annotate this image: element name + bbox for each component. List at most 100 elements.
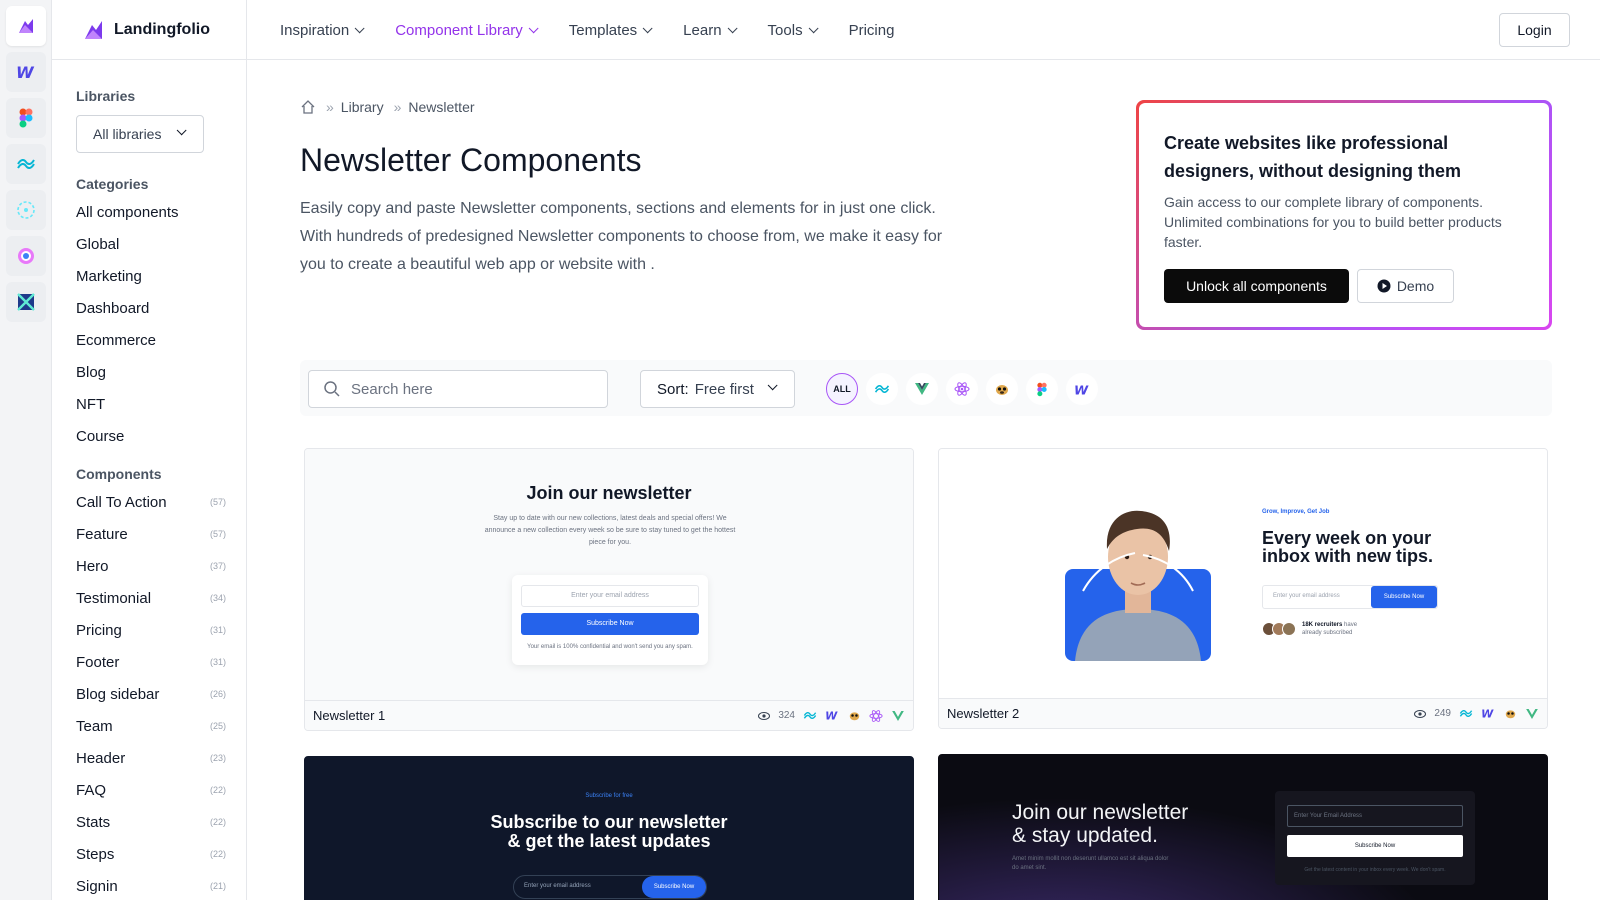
component-card[interactable]: Join our newsletter & stay updated. Amet…	[938, 754, 1548, 900]
category-item[interactable]: Marketing	[76, 260, 226, 292]
nav-learn[interactable]: Learn	[683, 22, 738, 39]
preview-title-line: Join our newsletter	[1012, 801, 1189, 824]
sketch-icon[interactable]	[6, 282, 46, 322]
tailwind-icon[interactable]	[6, 144, 46, 184]
card-footer: Newsletter 1 324 W	[305, 700, 913, 730]
preview-note: Your email is 100% confidential and won'…	[527, 644, 693, 650]
preview-title-line: & get the latest updates	[507, 831, 711, 851]
brand-logo[interactable]: Landingfolio	[82, 18, 210, 42]
preview-title: Join our newsletter	[526, 483, 692, 503]
preview-eyebrow: Subscribe for free	[585, 793, 633, 799]
promo-title: Create websites like professional design…	[1164, 133, 1462, 181]
nav-tools[interactable]: Tools	[768, 22, 819, 39]
component-card[interactable]: Join our newsletter Stay up to date with…	[304, 448, 914, 731]
sort-select[interactable]: Sort: Free first	[640, 370, 795, 408]
login-button[interactable]: Login	[1499, 13, 1570, 47]
category-item[interactable]: Dashboard	[76, 292, 226, 324]
search-input[interactable]	[351, 380, 591, 398]
preview-title: Every week on your inbox with new tips.	[1262, 528, 1433, 566]
component-card[interactable]: Subscribe for free Subscribe to our news…	[304, 756, 914, 900]
preview-title: Subscribe to our newsletter & get the la…	[305, 813, 913, 851]
webflow-icon[interactable]: W	[6, 52, 46, 92]
component-count: (22)	[209, 849, 226, 859]
preview-subscribe-button: Subscribe Now	[1371, 586, 1437, 608]
component-count: (31)	[209, 625, 226, 635]
card-name: Newsletter 1	[313, 708, 386, 723]
demo-button[interactable]: Demo	[1357, 269, 1454, 303]
webflow-icon[interactable]: W	[1066, 373, 1098, 405]
filter-all[interactable]: ALL	[826, 373, 858, 405]
component-label: FAQ	[76, 781, 107, 799]
component-item[interactable]: Pricing (31)	[76, 614, 226, 646]
component-item[interactable]: Footer (31)	[76, 646, 226, 678]
category-item[interactable]: All components	[76, 196, 226, 228]
social-proof-bold: 18K recruiters	[1302, 622, 1343, 628]
category-item[interactable]: Course	[76, 420, 226, 452]
preview-subscribe-button: Subscribe Now	[521, 613, 699, 635]
libraries-heading: Libraries	[76, 88, 136, 104]
category-label: Global	[76, 235, 120, 253]
tailwind-icon[interactable]	[866, 373, 898, 405]
figma-icon[interactable]	[1026, 373, 1058, 405]
component-item[interactable]: Team (25)	[76, 710, 226, 742]
preview-form: Enter Your Email Address Subscribe Now G…	[1275, 791, 1475, 885]
nav-label: Templates	[568, 21, 638, 39]
react-icon[interactable]	[6, 190, 46, 230]
preview-title: Join our newsletter & stay updated.	[1012, 801, 1188, 847]
figma-icon[interactable]	[6, 98, 46, 138]
component-item[interactable]: Steps (22)	[76, 838, 226, 870]
categories-heading: Categories	[76, 176, 149, 192]
component-item[interactable]: Stats (22)	[76, 806, 226, 838]
component-item[interactable]: FAQ (22)	[76, 774, 226, 806]
category-item[interactable]: Ecommerce	[76, 324, 226, 356]
webflow-icon: W	[1481, 707, 1495, 721]
view-count: 249	[1434, 708, 1451, 719]
categories-list: All components Global Marketing Dashboar…	[76, 196, 226, 452]
category-item[interactable]: Global	[76, 228, 226, 260]
landingfolio-logo-icon	[85, 21, 102, 39]
react-icon[interactable]	[946, 373, 978, 405]
component-item[interactable]: Call To Action (57)	[76, 486, 226, 518]
component-item[interactable]: Blog sidebar (26)	[76, 678, 226, 710]
nav-label: Inspiration	[280, 21, 350, 39]
category-item[interactable]: Blog	[76, 356, 226, 388]
preview-subscribe-button: Subscribe Now	[642, 876, 706, 898]
component-label: Team	[76, 717, 113, 735]
library-rail: W	[0, 0, 52, 900]
components-list: Call To Action (57) Feature (57) Hero (37) …	[76, 486, 226, 900]
preview-social-proof: 18K recruiters have already subscribed	[1262, 621, 1372, 637]
search-box[interactable]	[308, 370, 608, 408]
component-item[interactable]: Signin (21)	[76, 870, 226, 900]
pug-icon	[1503, 707, 1517, 721]
nav-component-library[interactable]: Component Library	[395, 22, 539, 39]
breadcrumb-library[interactable]: Library	[341, 99, 384, 115]
home-icon[interactable]	[300, 99, 316, 115]
component-item[interactable]: Header (23)	[76, 742, 226, 774]
nav-pricing[interactable]: Pricing	[849, 22, 895, 39]
nav-templates[interactable]: Templates	[568, 21, 653, 39]
landingfolio-icon[interactable]	[6, 6, 46, 46]
component-count: (23)	[209, 753, 226, 763]
nav-inspiration[interactable]: Inspiration	[280, 21, 365, 39]
category-label: Dashboard	[76, 299, 150, 317]
components-heading: Components	[76, 466, 162, 482]
component-item[interactable]: Testimonial (34)	[76, 582, 226, 614]
chevron-down-icon	[767, 380, 778, 391]
vue-icon	[1525, 707, 1539, 721]
component-label: Pricing	[76, 621, 122, 639]
component-item[interactable]: Feature (57)	[76, 518, 226, 550]
brand-name: Landingfolio	[114, 21, 210, 38]
component-count: (26)	[209, 689, 226, 699]
unlock-all-button[interactable]: Unlock all components	[1164, 269, 1349, 303]
component-item[interactable]: Hero (37)	[76, 550, 226, 582]
category-label: Blog	[76, 363, 107, 381]
vue-icon[interactable]	[906, 373, 938, 405]
pug-icon[interactable]	[986, 373, 1018, 405]
card-name: Newsletter 2	[947, 706, 1020, 721]
component-card[interactable]: Grow, Improve, Get Job Every week on you…	[938, 448, 1548, 729]
sort-label: Sort:	[657, 380, 689, 398]
chrome-icon[interactable]	[6, 236, 46, 276]
category-item[interactable]: NFT	[76, 388, 226, 420]
libraries-select[interactable]: All libraries	[76, 115, 204, 153]
preview-form: Enter your email address Subscribe Now Y…	[512, 575, 708, 665]
